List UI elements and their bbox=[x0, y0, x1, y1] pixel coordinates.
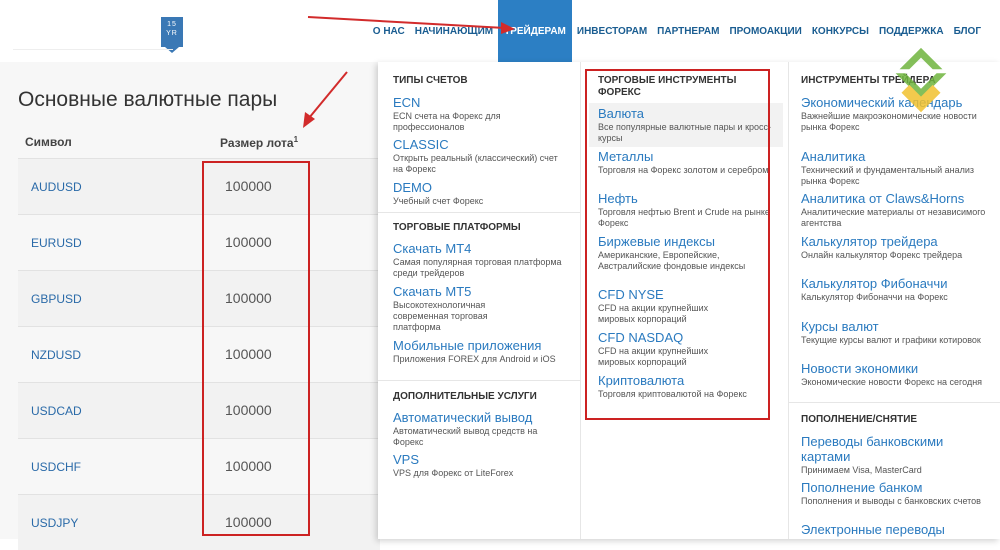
menu-item-desc: Принимаем Visa, MasterCard bbox=[801, 465, 922, 475]
menu-item-title[interactable]: Скачать MT5 bbox=[393, 284, 523, 299]
menu-item-exchange-rates[interactable]: Курсы валют Текущие курсы валют и график… bbox=[801, 319, 991, 346]
table-row: USDJPY 100000 bbox=[18, 494, 380, 550]
menu-item-desc: Аналитические материалы от независимого … bbox=[801, 207, 986, 228]
menu-item-bank-cards[interactable]: Переводы банковскими картами Принимаем V… bbox=[801, 434, 971, 476]
menu-item-claws-horns[interactable]: Аналитика от Claws&Horns Аналитические м… bbox=[801, 191, 991, 229]
section-divider bbox=[378, 212, 581, 213]
section-deposit-withdrawal: ПОПОЛНЕНИЕ/СНЯТИЕ bbox=[801, 414, 918, 425]
symbol-link[interactable]: USDCAD bbox=[31, 404, 82, 418]
table-row: AUDUSD 100000 bbox=[18, 158, 380, 214]
menu-item-analytics[interactable]: Аналитика Технический и фундаментальный … bbox=[801, 149, 991, 187]
menu-column-tools: ИНСТРУМЕНТЫ ТРЕЙДЕРА Экономический кален… bbox=[789, 62, 1000, 539]
section-divider bbox=[789, 402, 1000, 403]
table-row: EURUSD 100000 bbox=[18, 214, 380, 270]
menu-item-desc: Пополнения и выводы с банковских счетов bbox=[801, 496, 981, 506]
menu-item-desc: VPS для Форекс от LiteForex bbox=[393, 468, 514, 478]
menu-item-trader-calculator[interactable]: Калькулятор трейдера Онлайн калькулятор … bbox=[801, 234, 991, 261]
symbol-link[interactable]: GBPUSD bbox=[31, 292, 82, 306]
menu-item-title[interactable]: Переводы банковскими картами bbox=[801, 434, 971, 464]
menu-item-title[interactable]: ECN bbox=[393, 95, 573, 110]
menu-item-title[interactable]: Скачать MT4 bbox=[393, 241, 568, 256]
menu-item-title[interactable]: Калькулятор Фибоначчи bbox=[801, 276, 991, 291]
instruments-highlight-box bbox=[585, 69, 770, 420]
symbol-link[interactable]: USDCHF bbox=[31, 460, 81, 474]
menu-item-desc: Автоматический вывод средств на Форекс bbox=[393, 426, 538, 447]
table-row: USDCHF 100000 bbox=[18, 438, 380, 494]
arrow-to-traders-icon bbox=[307, 16, 515, 34]
nav-promo[interactable]: ПРОМОАКЦИИ bbox=[724, 0, 806, 62]
menu-item-bank-deposit[interactable]: Пополнение банком Пополнения и выводы с … bbox=[801, 480, 991, 507]
logo-line1: 15 bbox=[167, 21, 177, 28]
pairs-table: AUDUSD 100000 EURUSD 100000 GBPUSD 100000 N… bbox=[18, 158, 380, 550]
menu-item-desc: ECN счета на Форекс для профессионалов bbox=[393, 111, 501, 132]
lot-header-label: Размер лота bbox=[220, 136, 294, 150]
lot-footnote-mark[interactable]: 1 bbox=[294, 135, 298, 144]
page-title: Основные валютные пары bbox=[18, 88, 278, 111]
table-row: NZDUSD 100000 bbox=[18, 326, 380, 382]
arrow-to-lot-size-icon bbox=[303, 71, 348, 128]
menu-item-title[interactable]: Аналитика от Claws&Horns bbox=[801, 191, 991, 206]
menu-item-desc: Открыть реальный (классический) счет на … bbox=[393, 153, 558, 174]
menu-item-title[interactable]: Калькулятор трейдера bbox=[801, 234, 991, 249]
menu-item-desc: Высокотехнологичная современная торговая… bbox=[393, 300, 488, 332]
section-account-types: ТИПЫ СЧЕТОВ bbox=[393, 75, 468, 86]
logo-15yr[interactable]: 15 YR bbox=[161, 17, 183, 53]
menu-item-auto-withdrawal[interactable]: Автоматический вывод Автоматический выво… bbox=[393, 410, 568, 448]
menu-item-mt5[interactable]: Скачать MT5 Высокотехнологичная современ… bbox=[393, 284, 523, 333]
section-additional-services: ДОПОЛНИТЕЛЬНЫЕ УСЛУГИ bbox=[393, 391, 537, 402]
menu-item-classic[interactable]: CLASSIC Открыть реальный (классический) … bbox=[393, 137, 563, 175]
menu-item-desc: Текущие курсы валют и графики котировок bbox=[801, 335, 981, 345]
nav-investors[interactable]: ИНВЕСТОРАМ bbox=[572, 0, 652, 62]
symbol-link[interactable]: EURUSD bbox=[31, 236, 82, 250]
menu-item-mt4[interactable]: Скачать MT4 Самая популярная торговая пл… bbox=[393, 241, 568, 279]
nav-partners[interactable]: ПАРТНЕРАМ bbox=[652, 0, 724, 62]
menu-item-title[interactable]: Пополнение банком bbox=[801, 480, 991, 495]
menu-item-title[interactable]: CLASSIC bbox=[393, 137, 563, 152]
menu-item-desc: Технический и фундаментальный анализ рын… bbox=[801, 165, 975, 186]
menu-item-desc: Самая популярная торговая платформа сред… bbox=[393, 257, 562, 278]
menu-item-desc: Учебный счет Форекс bbox=[393, 196, 484, 206]
menu-item-title[interactable]: Курсы валют bbox=[801, 319, 991, 334]
symbol-link[interactable]: USDJPY bbox=[31, 516, 78, 530]
menu-item-title[interactable]: DEMO bbox=[393, 180, 573, 195]
menu-item-title[interactable]: Аналитика bbox=[801, 149, 991, 164]
logo-line2: YR bbox=[166, 30, 178, 37]
menu-item-vps[interactable]: VPS VPS для Форекс от LiteForex bbox=[393, 452, 573, 479]
menu-item-ecn[interactable]: ECN ECN счета на Форекс для профессионал… bbox=[393, 95, 573, 133]
menu-item-demo[interactable]: DEMO Учебный счет Форекс bbox=[393, 180, 573, 207]
menu-column-accounts: ТИПЫ СЧЕТОВ ECN ECN счета на Форекс для … bbox=[378, 62, 581, 539]
menu-item-title[interactable]: Новости экономики bbox=[801, 361, 991, 376]
column-header-symbol: Символ bbox=[25, 135, 72, 149]
menu-item-e-transfers[interactable]: Электронные переводы bbox=[801, 522, 991, 537]
lot-size-highlight-box bbox=[202, 161, 310, 536]
menu-item-fibonacci-calculator[interactable]: Калькулятор Фибоначчи Калькулятор Фибона… bbox=[801, 276, 991, 303]
menu-item-desc: Онлайн калькулятор Форекс трейдера bbox=[801, 250, 963, 260]
menu-item-mobile-apps[interactable]: Мобильные приложения Приложения FOREX дл… bbox=[393, 338, 573, 365]
table-row: USDCAD 100000 bbox=[18, 382, 380, 438]
column-header-lot: Размер лота1 bbox=[220, 135, 298, 150]
menu-item-title[interactable]: Автоматический вывод bbox=[393, 410, 568, 425]
menu-item-desc: Приложения FOREX для Android и iOS bbox=[393, 354, 556, 364]
menu-item-desc: Калькулятор Фибоначчи на Форекс bbox=[801, 292, 948, 302]
symbol-link[interactable]: AUDUSD bbox=[31, 180, 82, 194]
menu-item-title[interactable]: Мобильные приложения bbox=[393, 338, 573, 353]
menu-item-desc: Экономические новости Форекс на сегодня bbox=[801, 377, 983, 387]
nav-contests[interactable]: КОНКУРСЫ bbox=[807, 0, 874, 62]
brand-watermark-icon bbox=[895, 47, 947, 113]
header-divider bbox=[13, 49, 173, 50]
menu-item-economic-news[interactable]: Новости экономики Экономические новости … bbox=[801, 361, 991, 388]
section-divider bbox=[378, 380, 581, 381]
menu-item-title[interactable]: Электронные переводы bbox=[801, 522, 991, 537]
table-row: GBPUSD 100000 bbox=[18, 270, 380, 326]
section-trading-platforms: ТОРГОВЫЕ ПЛАТФОРМЫ bbox=[393, 222, 521, 233]
symbol-link[interactable]: NZDUSD bbox=[31, 348, 81, 362]
menu-item-title[interactable]: VPS bbox=[393, 452, 573, 467]
